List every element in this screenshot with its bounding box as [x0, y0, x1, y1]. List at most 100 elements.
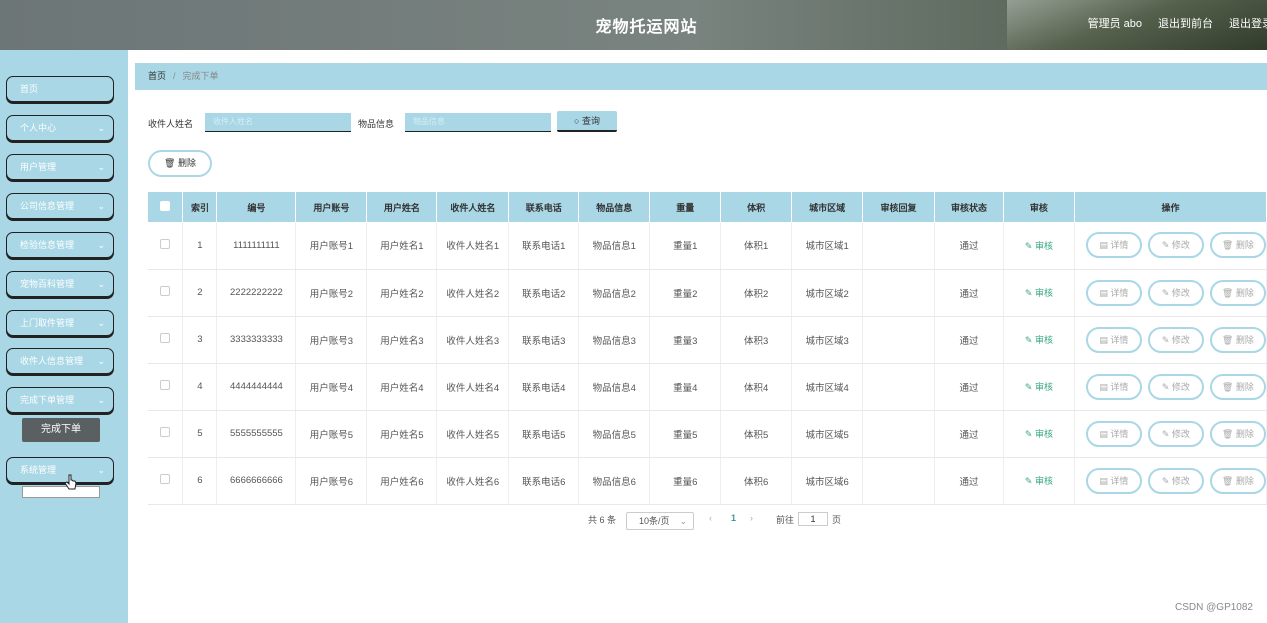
logout-link[interactable]: 退出登录	[1229, 15, 1267, 31]
cell-status: 通过	[934, 222, 1004, 270]
sidebar-item-pickup[interactable]: 上门取件管理 ⌄	[6, 310, 114, 336]
next-page-icon[interactable]: ›	[750, 513, 753, 523]
cell-index: 4	[182, 363, 218, 411]
cell-area: 城市区域3	[791, 316, 864, 364]
cell-code: 5555555555	[216, 410, 297, 458]
column-header: 审核回复	[862, 192, 936, 222]
column-header: 编号	[216, 192, 297, 222]
row-checkbox[interactable]	[160, 474, 171, 484]
delete-button[interactable]: 🗑 删除	[1209, 279, 1266, 306]
detail-button[interactable]: ▤ 详情	[1085, 420, 1142, 447]
page-number-current[interactable]: 1	[731, 513, 736, 523]
breadcrumb: 首页 / 完成下单	[135, 63, 1267, 90]
detail-button[interactable]: ▤ 详情	[1085, 232, 1142, 259]
audit-link[interactable]: ✎ 审核	[1025, 241, 1053, 251]
edit-button[interactable]: ✎ 修改	[1147, 232, 1204, 259]
sidebar-item-inspection-info[interactable]: 检验信息管理 ⌄	[6, 232, 114, 258]
audit-link[interactable]: ✎ 审核	[1025, 476, 1053, 486]
cell-account: 用户账号3	[295, 316, 368, 364]
edit-button-label: 修改	[1171, 334, 1190, 345]
sidebar-item-company-info[interactable]: 公司信息管理 ⌄	[6, 193, 114, 219]
sidebar-item-label: 收件人信息管理	[20, 356, 84, 366]
sidebar-item-order-complete[interactable]: 完成下单管理 ⌄	[6, 387, 114, 413]
audit-cell: ✎ 审核	[1003, 410, 1075, 458]
detail-button[interactable]: ▤ 详情	[1085, 279, 1142, 306]
delete-button[interactable]: 🗑 删除	[1209, 232, 1266, 259]
delete-button-label: 删除	[1235, 428, 1254, 439]
cell-goods: 物品信息4	[578, 363, 651, 411]
delete-button[interactable]: 🗑 删除	[1209, 420, 1266, 447]
edit-button[interactable]: ✎ 修改	[1147, 326, 1204, 353]
audit-link[interactable]: ✎ 审核	[1025, 382, 1053, 392]
audit-link[interactable]: ✎ 审核	[1025, 335, 1053, 345]
trash-icon: 🗑	[1221, 428, 1236, 439]
audit-link[interactable]: ✎ 审核	[1025, 288, 1053, 298]
trash-icon: 🗑	[1221, 334, 1236, 345]
detail-button[interactable]: ▤ 详情	[1085, 373, 1142, 400]
delete-button-label: 删除	[1235, 334, 1254, 345]
column-header: 重量	[649, 192, 722, 222]
edit-button[interactable]: ✎ 修改	[1147, 467, 1204, 494]
row-checkbox[interactable]	[160, 286, 171, 296]
row-checkbox[interactable]	[160, 333, 171, 343]
delete-button-label: 删除	[1235, 475, 1254, 486]
edit-button[interactable]: ✎ 修改	[1147, 279, 1204, 306]
cell-volume: 体积5	[720, 410, 793, 458]
cell-area: 城市区域6	[791, 457, 864, 505]
audit-link[interactable]: ✎ 审核	[1025, 429, 1053, 439]
delete-button[interactable]: 🗑 删除	[1209, 467, 1266, 494]
edit-button[interactable]: ✎ 修改	[1147, 420, 1204, 447]
cell-name: 用户姓名3	[366, 316, 438, 364]
goto-page-input[interactable]: 1	[798, 512, 828, 526]
back-to-front-link[interactable]: 退出到前台	[1158, 15, 1213, 31]
row-checkbox[interactable]	[160, 238, 171, 249]
detail-button[interactable]: ▤ 详情	[1085, 467, 1142, 494]
column-header: 物品信息	[578, 192, 651, 222]
edit-pen-icon: ✎	[1024, 382, 1035, 392]
batch-delete-button[interactable]: 🗑 删除	[148, 150, 212, 177]
delete-button[interactable]: 🗑 删除	[1209, 373, 1266, 400]
row-select-cell[interactable]	[148, 222, 184, 270]
sidebar: 首页 个人中心 ⌄ 用户管理 ⌄ 公司信息管理 ⌄ 检验信息管理 ⌄ 宠物百科管理 ⌄ 上…	[0, 50, 128, 623]
table-row: 1 1111111111 用户账号1 用户姓名1 收件人姓名1 联系电话1 物品信息1 重量1…	[148, 222, 1267, 270]
edit-button-label: 修改	[1171, 240, 1190, 251]
receiver-name-label: 收件人姓名	[148, 119, 194, 129]
operations-cell: ▤ 详情 ✎ 修改 🗑 删除	[1074, 410, 1267, 458]
column-header: 城市区域	[791, 192, 864, 222]
sidebar-item-home[interactable]: 首页	[6, 76, 114, 102]
cell-status: 通过	[934, 363, 1004, 411]
cell-area: 城市区域2	[791, 269, 864, 317]
receiver-name-input[interactable]: 收件人姓名	[205, 113, 351, 132]
sidebar-subitem-complete-order[interactable]: 完成下单	[22, 418, 100, 442]
breadcrumb-home[interactable]: 首页	[148, 71, 166, 81]
cell-status: 通过	[934, 457, 1004, 505]
sidebar-item-receiver-info[interactable]: 收件人信息管理 ⌄	[6, 348, 114, 374]
select-all-header[interactable]	[148, 192, 184, 222]
sidebar-item-system[interactable]: 系统管理 ⌄	[6, 457, 114, 483]
row-checkbox[interactable]	[160, 380, 171, 390]
chevron-down-icon: ⌄	[97, 465, 105, 475]
delete-button[interactable]: 🗑 删除	[1209, 326, 1266, 353]
query-button[interactable]: ○ 查询	[557, 111, 617, 132]
page-size-select[interactable]: 10条/页 ⌄	[626, 512, 694, 530]
row-checkbox[interactable]	[160, 427, 171, 437]
row-select-cell[interactable]	[148, 363, 184, 411]
goods-info-input[interactable]: 物品信息	[405, 113, 551, 132]
sidebar-item-user-management[interactable]: 用户管理 ⌄	[6, 154, 114, 180]
prev-page-icon[interactable]: ‹	[709, 513, 712, 523]
cell-weight: 重量5	[649, 410, 722, 458]
sidebar-item-pet-encyclopedia[interactable]: 宠物百科管理 ⌄	[6, 271, 114, 297]
document-icon: ▤	[1099, 334, 1111, 345]
sidebar-item-label: 上门取件管理	[20, 318, 75, 328]
cell-account: 用户账号2	[295, 269, 368, 317]
detail-button[interactable]: ▤ 详情	[1085, 326, 1142, 353]
row-select-cell[interactable]	[148, 269, 184, 317]
sidebar-item-personal-center[interactable]: 个人中心 ⌄	[6, 115, 114, 141]
edit-button[interactable]: ✎ 修改	[1147, 373, 1204, 400]
row-select-cell[interactable]	[148, 316, 184, 364]
select-all-checkbox[interactable]	[160, 201, 171, 211]
cell-reply	[862, 222, 936, 270]
row-select-cell[interactable]	[148, 410, 184, 458]
row-select-cell[interactable]	[148, 457, 184, 505]
cell-weight: 重量6	[649, 457, 722, 505]
